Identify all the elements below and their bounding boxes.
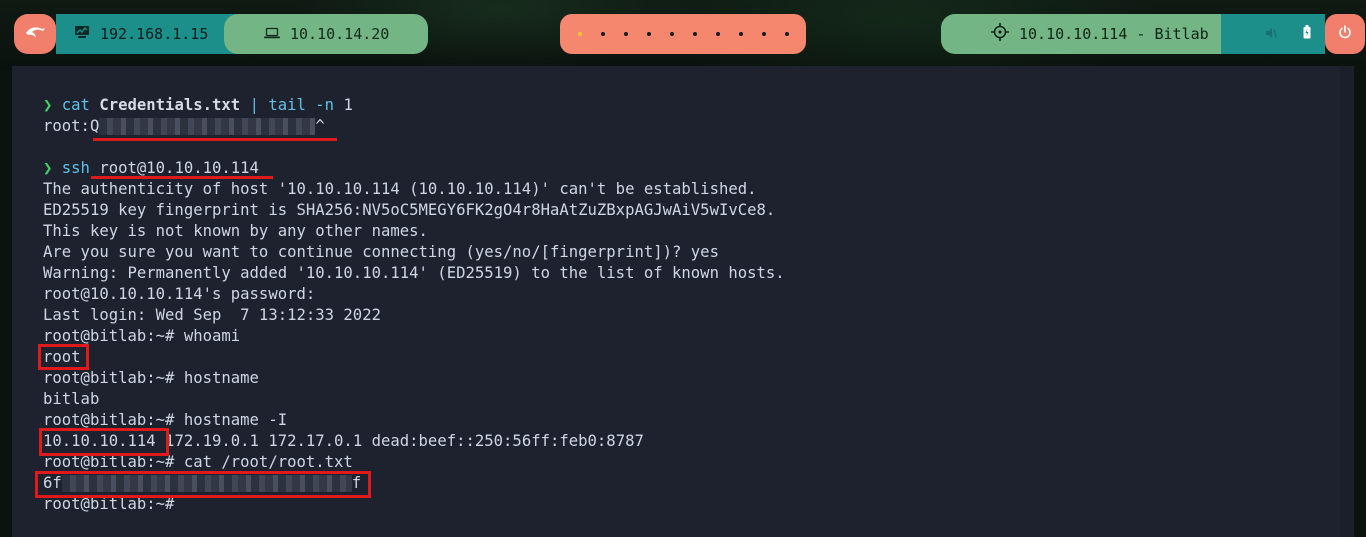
ssh-target: root@10.10.10.114 xyxy=(99,159,259,177)
highlight-underline-password xyxy=(93,138,337,141)
kali-menu-button[interactable] xyxy=(14,14,56,54)
credential-prefix: root:Q xyxy=(43,117,100,135)
terminal-line: Are you sure you want to continue connec… xyxy=(43,243,719,261)
terminal-line: ED25519 key fingerprint is SHA256:NV5oC5… xyxy=(43,201,776,219)
target-indicator[interactable]: 10.10.10.114 - Bitlab xyxy=(941,14,1221,54)
terminal-line: The authenticity of host '10.10.10.114 (… xyxy=(43,180,757,198)
prompt-arrow: ❯ xyxy=(43,96,53,114)
workspace-10[interactable] xyxy=(784,32,789,36)
terminal-line: root@10.10.10.114's password: xyxy=(43,285,325,303)
power-button[interactable] xyxy=(1325,14,1365,54)
terminal-line-credentials: root:Q ^ xyxy=(43,116,785,137)
tail-flag: -n xyxy=(315,96,335,114)
terminal-window[interactable]: ❯ cat Credentials.txt | tail -n 1 root:Q… xyxy=(12,66,1354,537)
workspace-9[interactable] xyxy=(761,32,766,36)
highlight-box-ip xyxy=(39,428,169,456)
terminal-line: Last login: Wed Sep 7 13:12:33 2022 xyxy=(43,306,381,324)
pipe-symbol: | xyxy=(249,96,259,114)
battery-icon xyxy=(1303,25,1311,43)
terminal-line: root@bitlab:~# hostname xyxy=(43,369,259,387)
workspace-6[interactable] xyxy=(692,32,697,36)
network-monitor-icon xyxy=(74,25,90,43)
prompt-arrow: ❯ xyxy=(43,159,53,177)
command-cat: cat xyxy=(61,96,90,114)
speaker-icon[interactable] xyxy=(1265,25,1277,43)
tail-arg: 1 xyxy=(343,96,353,114)
workspace-4[interactable] xyxy=(646,32,651,36)
other-ips: 172.19.0.1 172.17.0.1 dead:beef::250:56f… xyxy=(155,432,644,450)
redacted-password xyxy=(99,118,316,135)
terminal-line: Warning: Permanently added '10.10.10.114… xyxy=(43,264,785,282)
terminal-line: This key is not known by any other names… xyxy=(43,222,428,240)
terminal-line-hostname-result: bitlab xyxy=(43,390,100,408)
kali-dragon-icon xyxy=(24,24,46,44)
file-credentials: Credentials.txt xyxy=(99,96,241,114)
crosshair-target-icon xyxy=(991,23,1009,45)
workspace-2[interactable] xyxy=(600,32,605,36)
system-status[interactable] xyxy=(1221,14,1325,54)
workspace-8[interactable] xyxy=(738,32,743,36)
workspace-7[interactable] xyxy=(715,32,720,36)
workspace-3[interactable] xyxy=(623,32,628,36)
workspace-switcher[interactable] xyxy=(560,14,806,54)
highlight-box-root xyxy=(38,344,89,370)
command-ssh: ssh xyxy=(61,159,90,177)
power-icon xyxy=(1338,25,1352,43)
command-tail: tail xyxy=(268,96,306,114)
workspace-5[interactable] xyxy=(669,32,674,36)
credential-suffix: ^ xyxy=(315,117,325,135)
local-ip-text: 192.168.1.15 xyxy=(100,25,209,43)
vpn-ip-text: 10.10.14.20 xyxy=(290,25,390,43)
terminal-scrollbar[interactable] xyxy=(1340,66,1354,537)
workspace-1[interactable] xyxy=(577,32,582,36)
target-text: 10.10.10.114 - Bitlab xyxy=(1019,25,1209,43)
terminal-line-whoami-result: root xyxy=(43,348,81,366)
laptop-icon xyxy=(264,25,280,43)
highlight-box-flag xyxy=(35,471,371,498)
terminal-line: root@bitlab:~# whoami xyxy=(43,327,241,345)
vpn-ip-indicator[interactable]: 10.10.14.20 xyxy=(224,14,428,54)
terminal-line-cmd-cat: ❯ cat Credentials.txt | tail -n 1 xyxy=(43,95,785,116)
highlight-underline-ssh xyxy=(91,176,273,179)
